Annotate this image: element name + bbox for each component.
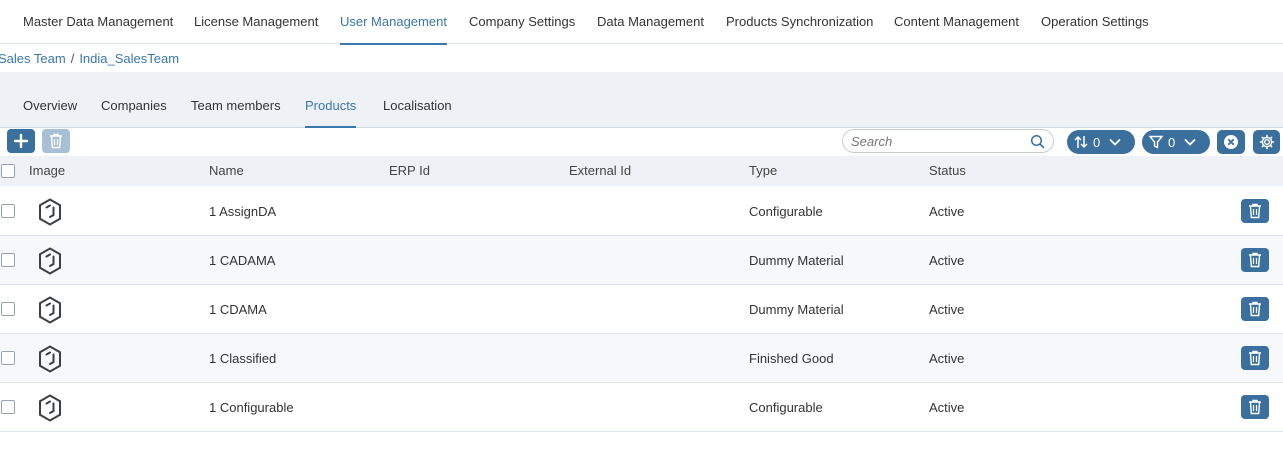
cell-name: 1 Configurable	[209, 400, 294, 415]
row-checkbox[interactable]	[1, 253, 15, 267]
tab-localisation[interactable]: Localisation	[383, 92, 452, 128]
trash-icon	[1249, 399, 1261, 415]
cell-type: Configurable	[749, 204, 823, 219]
delete-row-button[interactable]	[1241, 199, 1269, 223]
plus-icon	[13, 133, 29, 149]
cell-status: Active	[929, 302, 965, 317]
nav-item-content-management[interactable]: Content Management	[894, 0, 1019, 44]
cell-status: Active	[929, 204, 965, 219]
product-placeholder-icon	[39, 296, 61, 324]
column-header-type[interactable]: Type	[749, 156, 777, 186]
trash-icon	[1249, 252, 1261, 268]
toolbar: 0 0	[0, 128, 1283, 156]
cell-status: Active	[929, 253, 965, 268]
cell-status: Active	[929, 400, 965, 415]
column-header-erp-id[interactable]: ERP Id	[389, 156, 430, 186]
clear-filters-button[interactable]	[1217, 130, 1245, 154]
trash-icon	[1249, 203, 1261, 219]
delete-selected-button[interactable]	[42, 129, 70, 153]
table-row[interactable]: 1 Classified Finished Good Active	[0, 334, 1283, 383]
sort-dropdown[interactable]: 0	[1067, 130, 1135, 154]
nav-item-operation-settings[interactable]: Operation Settings	[1041, 0, 1149, 44]
filter-dropdown[interactable]: 0	[1142, 130, 1210, 154]
cell-name: 1 CADAMA	[209, 253, 276, 268]
cell-type: Finished Good	[749, 351, 834, 366]
trash-icon	[50, 133, 62, 149]
search-box	[842, 129, 1054, 153]
nav-item-data-management[interactable]: Data Management	[597, 0, 704, 44]
cell-type: Configurable	[749, 400, 823, 415]
row-checkbox[interactable]	[1, 302, 15, 316]
row-checkbox[interactable]	[1, 204, 15, 218]
filter-icon	[1148, 135, 1164, 149]
search-input[interactable]	[851, 133, 1026, 149]
nav-item-company-settings[interactable]: Company Settings	[469, 0, 575, 44]
delete-row-button[interactable]	[1241, 346, 1269, 370]
add-button[interactable]	[7, 129, 35, 153]
delete-row-button[interactable]	[1241, 297, 1269, 321]
row-checkbox[interactable]	[1, 351, 15, 365]
product-placeholder-icon	[39, 345, 61, 373]
table-row[interactable]: 1 Configurable Configurable Active	[0, 383, 1283, 432]
column-header-image[interactable]: Image	[29, 156, 65, 186]
breadcrumb-parent-link[interactable]: Sales Team	[0, 51, 66, 66]
gear-icon	[1259, 134, 1274, 150]
tab-overview[interactable]: Overview	[23, 92, 77, 128]
breadcrumb-separator: /	[70, 51, 75, 66]
tab-products[interactable]: Products	[305, 92, 357, 128]
select-all-checkbox[interactable]	[1, 164, 15, 178]
cell-name: 1 Classified	[209, 351, 277, 366]
trash-icon	[1249, 301, 1261, 317]
sub-tab-bar: Overview Companies Team members Products…	[0, 72, 1283, 128]
cell-name: 1 CDAMA	[209, 302, 267, 317]
nav-item-products-synchronization[interactable]: Products Synchronization	[726, 0, 873, 44]
column-header-external-id[interactable]: External Id	[569, 156, 631, 186]
table-row[interactable]: 1 CADAMA Dummy Material Active	[0, 236, 1283, 285]
table-row[interactable]: 1 CDAMA Dummy Material Active	[0, 285, 1283, 334]
table-row[interactable]: 1 AssignDA Configurable Active	[0, 187, 1283, 236]
top-navigation: Master Data Management License Managemen…	[0, 0, 1283, 45]
chevron-down-icon	[1109, 138, 1121, 146]
nav-item-master-data-management[interactable]: Master Data Management	[23, 0, 173, 44]
row-checkbox[interactable]	[1, 400, 15, 414]
trash-icon	[1249, 350, 1261, 366]
product-placeholder-icon	[39, 247, 61, 275]
chevron-down-icon	[1184, 138, 1196, 146]
product-placeholder-icon	[39, 198, 61, 226]
nav-item-user-management[interactable]: User Management	[340, 0, 447, 45]
search-icon[interactable]	[1030, 134, 1045, 149]
cell-type: Dummy Material	[749, 253, 844, 268]
table-header: Image Name ERP Id External Id Type Statu…	[0, 156, 1283, 186]
product-placeholder-icon	[39, 394, 61, 422]
cell-status: Active	[929, 351, 965, 366]
column-header-name[interactable]: Name	[209, 156, 244, 186]
delete-row-button[interactable]	[1241, 395, 1269, 419]
tab-team-members[interactable]: Team members	[191, 92, 281, 128]
delete-row-button[interactable]	[1241, 248, 1269, 272]
close-circle-icon	[1224, 135, 1238, 149]
filter-count: 0	[1168, 134, 1176, 150]
sort-count: 0	[1093, 134, 1101, 150]
cell-type: Dummy Material	[749, 302, 844, 317]
nav-item-license-management[interactable]: License Management	[194, 0, 318, 44]
column-header-status[interactable]: Status	[929, 156, 966, 186]
tab-companies[interactable]: Companies	[101, 92, 167, 128]
breadcrumb-current-link[interactable]: India_SalesTeam	[79, 51, 179, 66]
cell-name: 1 AssignDA	[209, 204, 277, 219]
breadcrumb: Sales Team / India_SalesTeam	[0, 50, 179, 68]
settings-button[interactable]	[1253, 130, 1280, 154]
sort-icon	[1074, 135, 1088, 149]
